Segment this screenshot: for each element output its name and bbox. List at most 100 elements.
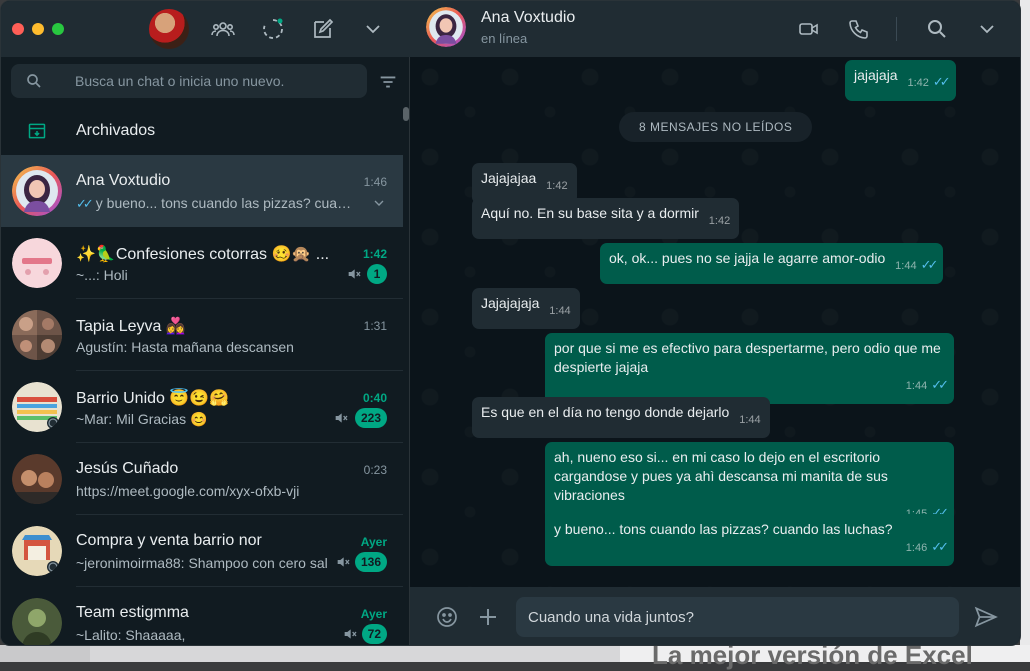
chat-row-team-estigmma[interactable]: Team estigmma Ayer ~Lalito: Shaaaaa, 72 (1, 587, 403, 645)
chat-list-pane: Archivados Ana Voxtudio 1:46 ✓✓y bueno..… (1, 1, 410, 645)
chevron-down-icon[interactable] (371, 195, 387, 211)
voice-call-icon[interactable] (847, 17, 871, 41)
chat-time: Ayer (360, 607, 387, 621)
chat-row-jesus-cunado[interactable]: Jesús Cuñado 0:23 https://meet.google.co… (1, 443, 403, 515)
chat-row-barrio-unido[interactable]: Barrio Unido 😇😉🤗 0:40 ~Mar: Mil Gracias … (1, 371, 403, 443)
message-text: ah, nueno eso si... en mi caso lo dejo e… (554, 449, 888, 503)
left-header (1, 1, 410, 57)
message-time: 1:44 (549, 305, 571, 317)
message-text: ok, ok... pues no se jajja le agarre amo… (609, 250, 886, 266)
video-call-icon[interactable] (797, 17, 821, 41)
avatar (12, 310, 62, 360)
message-text: jajajaja (854, 67, 898, 83)
chat-time: 1:31 (363, 319, 387, 333)
chat-preview: Agustín: Hasta mañana descansen (76, 339, 294, 355)
attach-plus-icon[interactable] (476, 605, 500, 629)
message-time: 1:42 (708, 215, 731, 227)
search-icon (25, 72, 43, 90)
archive-icon (27, 121, 47, 141)
unread-badge: 1 (367, 264, 387, 284)
message-text: y bueno... tons cuando las pizzas? cuand… (554, 521, 893, 537)
header-divider (896, 17, 897, 41)
muted-icon (333, 410, 349, 426)
zoom-window-button[interactable] (52, 23, 64, 35)
chat-list-scrollbar[interactable] (403, 107, 409, 121)
status-icon[interactable] (261, 17, 285, 41)
chat-time: 0:23 (363, 463, 387, 477)
read-ticks-icon: ✓✓ (931, 539, 949, 554)
chat-name: Barrio Unido 😇😉🤗 (76, 390, 230, 407)
chat-name: Compra y venta barrio nor (76, 532, 262, 549)
message-outgoing[interactable]: jajajaja 1:42 ✓✓ (845, 60, 956, 101)
chat-name: Jesús Cuñado (76, 460, 179, 477)
message-incoming[interactable]: Jajajajaja 1:44 (472, 288, 580, 329)
message-meta: 1:42 ✓✓ (907, 74, 951, 89)
message-incoming[interactable]: Aquí no. En su base sita y a dormir 1:42 (472, 198, 740, 239)
message-input[interactable] (516, 597, 959, 637)
message-list: jajajaja 1:42 ✓✓ 8 MENSAJES NO LEÍDOS Jaj… (410, 57, 1020, 587)
archived-row[interactable]: Archivados (1, 107, 401, 155)
chat-name: Ana Voxtudio (76, 172, 171, 189)
contact-status: en línea (481, 31, 528, 46)
chat-time: Ayer (360, 535, 387, 549)
chat-preview: ~Mar: Mil Gracias 😊 (76, 411, 208, 427)
message-text: Es que en el día no tengo donde dejarlo (481, 404, 730, 420)
close-window-button[interactable] (12, 23, 24, 35)
chat-row-confesiones-cotorras[interactable]: ✨🦜Confesiones cotorras 🥴🙊 ... 1:42 ~...:… (1, 227, 403, 299)
avatar (12, 238, 62, 288)
new-chat-icon[interactable] (311, 17, 335, 41)
search-icon[interactable] (925, 17, 949, 41)
message-meta: 1:44 ✓✓ (895, 257, 939, 272)
message-time: 1:44 (739, 414, 761, 426)
message-text: por que si me es efectivo para despertar… (554, 340, 941, 375)
message-outgoing[interactable]: por que si me es efectivo para despertar… (545, 333, 954, 404)
conversation-header[interactable]: Ana Voxtudio en línea (410, 1, 1020, 57)
muted-icon (342, 626, 358, 642)
chat-preview: ~Lalito: Shaaaaa, (76, 627, 186, 643)
search-input[interactable] (75, 64, 361, 98)
unread-divider: 8 MENSAJES NO LEÍDOS (619, 112, 813, 142)
search-bar (11, 64, 367, 98)
contact-avatar[interactable] (426, 7, 466, 47)
chat-preview: ~...: Holi (76, 267, 128, 283)
message-meta: 1:46 ✓✓ (905, 539, 949, 554)
unread-badge: 72 (361, 624, 387, 644)
background-window-edge (1020, 0, 1030, 662)
chat-time: 1:46 (363, 175, 387, 189)
chat-name: ✨🦜Confesiones cotorras 🥴🙊 ... (76, 246, 330, 263)
message-outgoing[interactable]: y bueno... tons cuando las pizzas? cuand… (545, 514, 954, 566)
chat-row-ana-voxtudio[interactable]: Ana Voxtudio 1:46 ✓✓ y bueno... tons cuan… (1, 155, 403, 227)
archived-label: Archivados (76, 122, 156, 139)
message-meta: 1:44 ✓✓ (905, 377, 949, 392)
chat-name: Tapia Leyva 👩‍❤️‍👩 (76, 318, 186, 335)
message-text: Jajajajaja (481, 295, 540, 311)
avatar (12, 598, 62, 645)
communities-icon[interactable] (211, 17, 235, 41)
chat-row-compra-venta[interactable]: Compra y venta barrio nor Ayer ~jeronimo… (1, 515, 403, 587)
avatar (12, 454, 62, 504)
filter-icon[interactable] (377, 71, 399, 93)
conversation-pane: Ana Voxtudio en línea jajajaja 1:42 ✓✓ 8 … (410, 1, 1020, 645)
read-ticks-icon: ✓✓ (76, 196, 94, 211)
message-text: Aquí no. En su base sita y a dormir (481, 205, 699, 221)
chat-preview: https://meet.google.com/xyx-ofxb-vji (76, 483, 300, 499)
chat-name: Team estigmma (76, 604, 189, 621)
muted-icon (335, 554, 351, 570)
chat-time: 0:40 (362, 391, 387, 405)
minimize-window-button[interactable] (32, 23, 44, 35)
avatar (12, 166, 62, 216)
profile-avatar[interactable] (149, 9, 189, 49)
emoji-icon[interactable] (435, 605, 459, 629)
chat-row-tapia-leyva[interactable]: Tapia Leyva 👩‍❤️‍👩 1:31 Agustín: Hasta m… (1, 299, 403, 371)
chevron-down-icon[interactable] (975, 17, 999, 41)
chat-preview: ~jeronimoirma88: Shampoo con cero sal (76, 555, 328, 571)
message-incoming[interactable]: Es que en el día no tengo donde dejarlo … (472, 397, 770, 438)
chevron-down-icon[interactable] (361, 17, 385, 41)
message-time: 1:42 (546, 180, 568, 192)
message-outgoing[interactable]: ok, ok... pues no se jajja le agarre amo… (600, 243, 944, 284)
send-icon[interactable] (973, 604, 999, 630)
read-ticks-icon: ✓✓ (920, 257, 939, 272)
read-ticks-icon: ✓✓ (932, 74, 951, 89)
read-ticks-icon: ✓✓ (931, 377, 949, 392)
composer (410, 587, 1020, 645)
